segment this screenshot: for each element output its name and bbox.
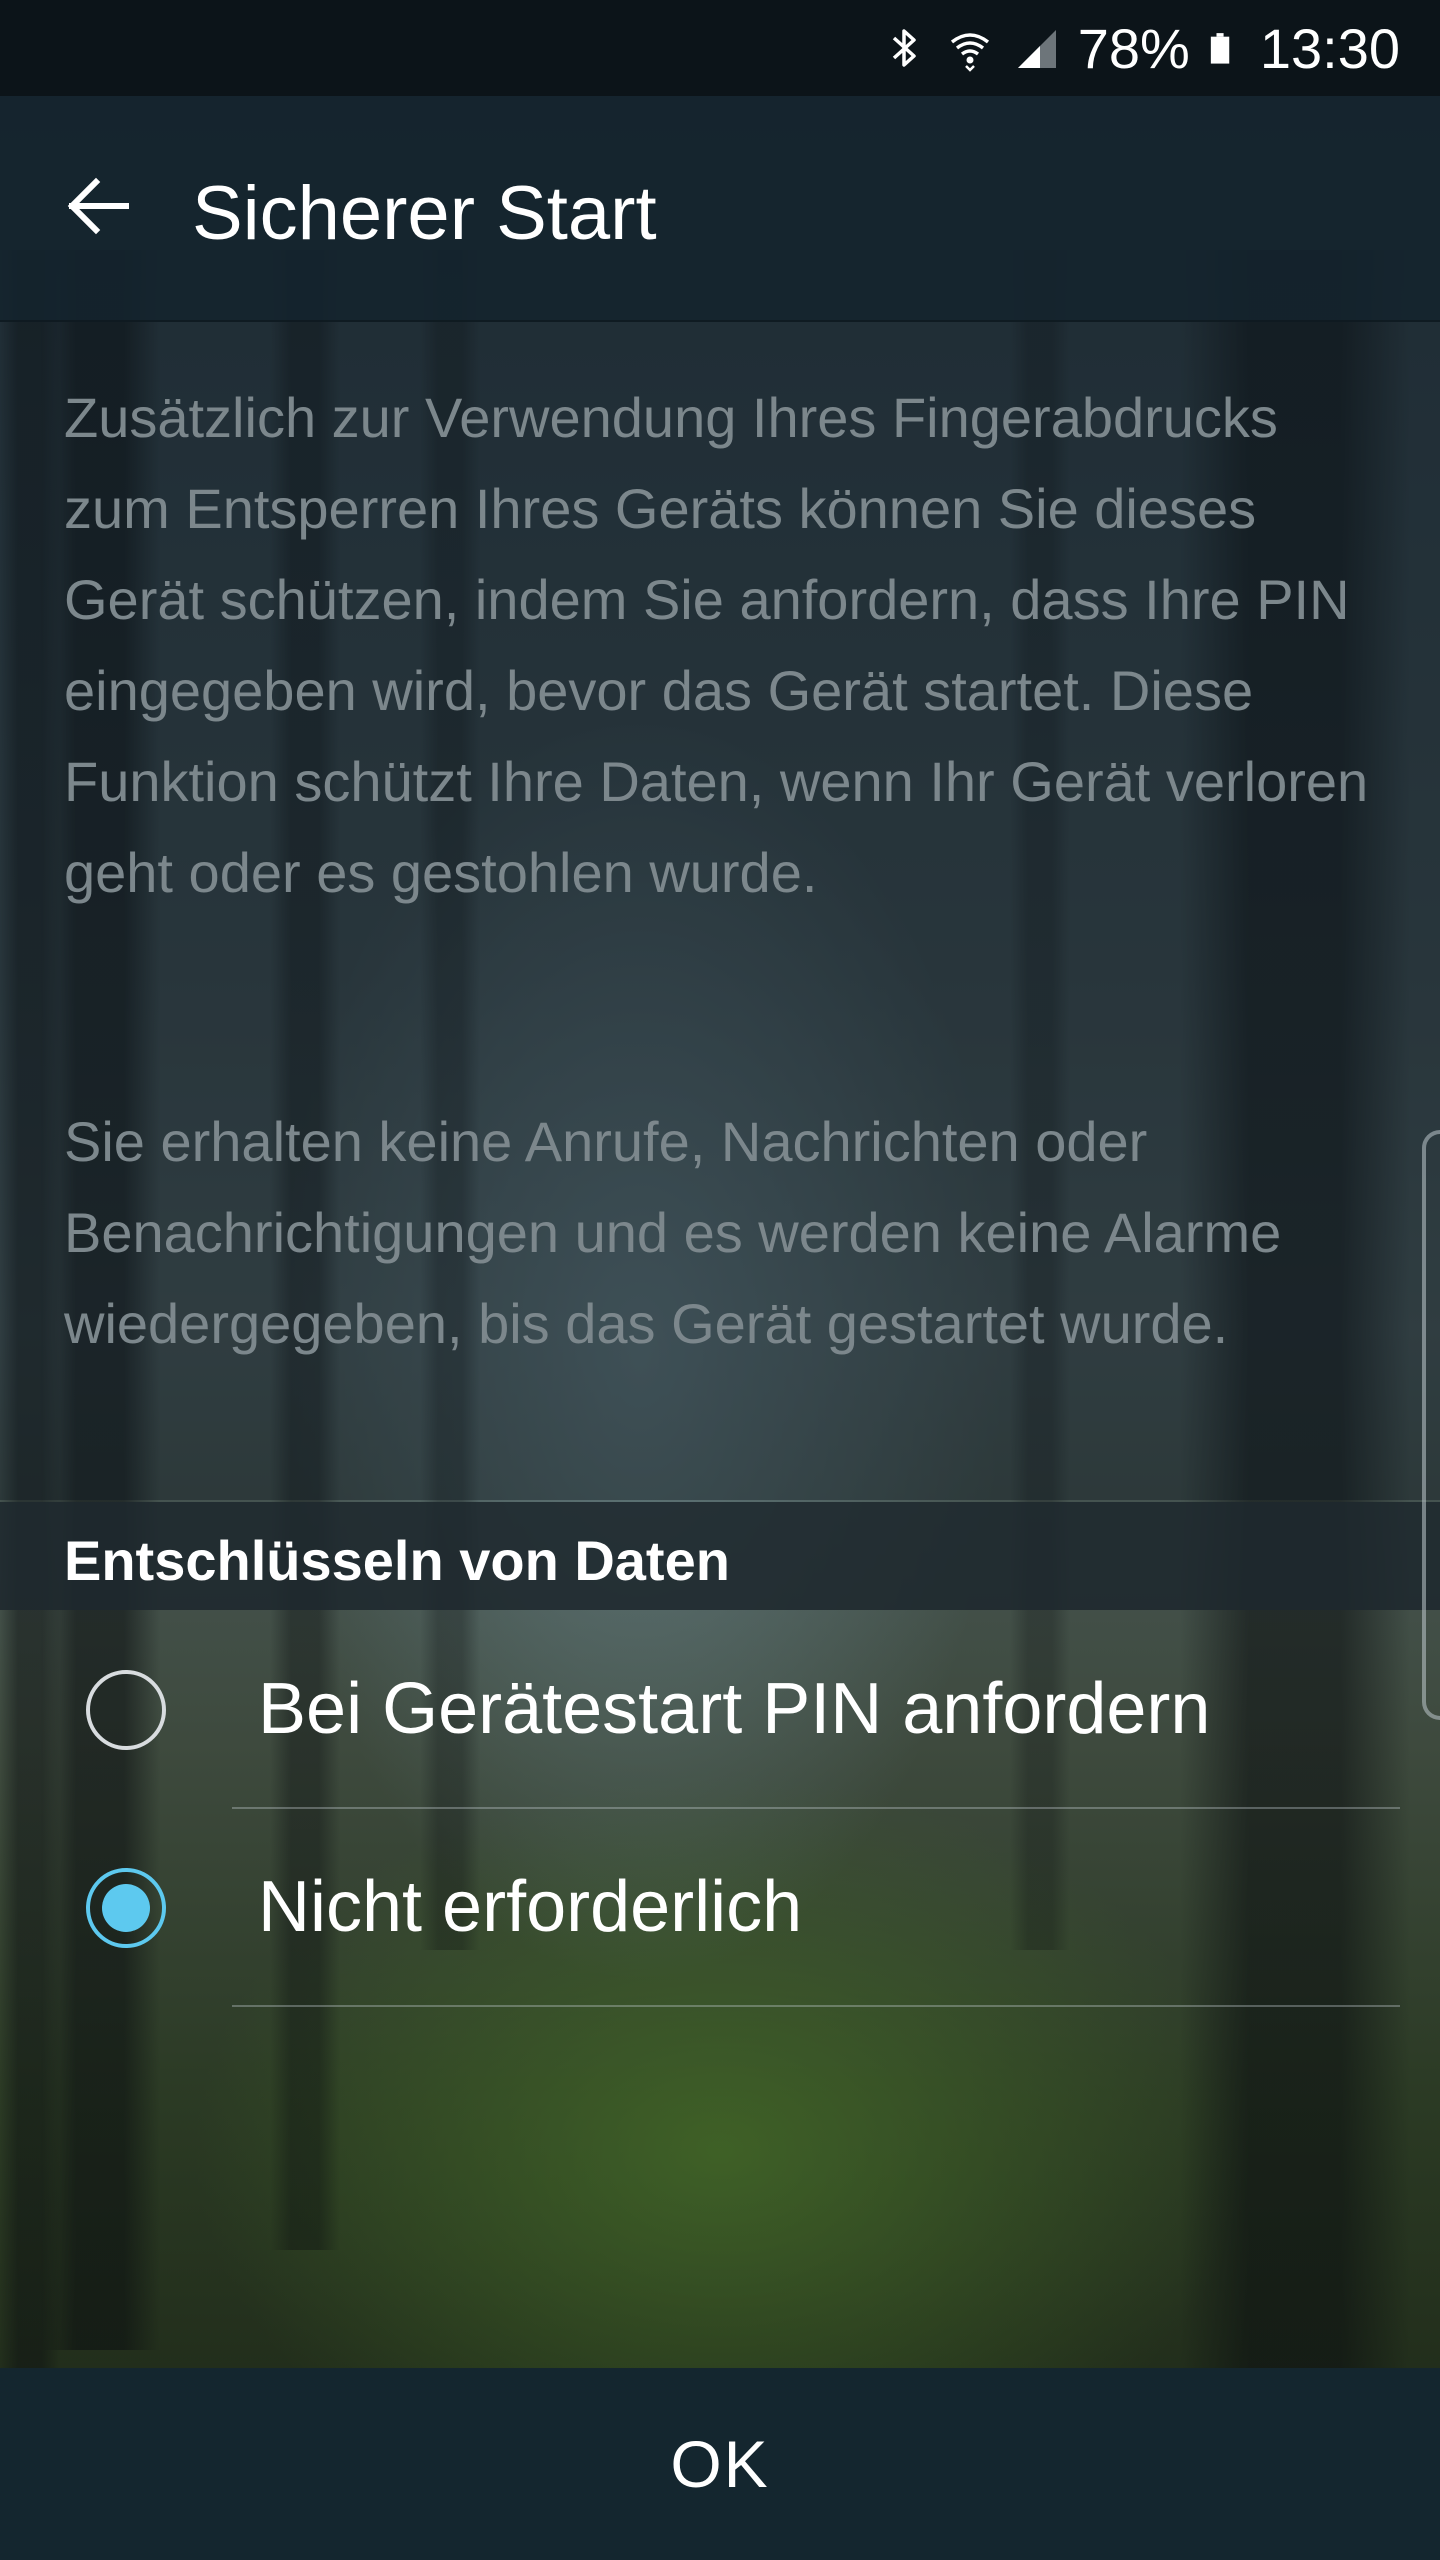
bluetooth-icon bbox=[892, 29, 916, 67]
battery-percent: 78% bbox=[1077, 16, 1190, 80]
screen: 78% 13:30 Sicherer Start Zusätzlich zur … bbox=[0, 0, 1440, 2560]
app-bar: Sicherer Start bbox=[0, 96, 1440, 322]
radio-button[interactable] bbox=[86, 1670, 166, 1750]
page-title: Sicherer Start bbox=[192, 171, 657, 256]
status-bar: 78% 13:30 bbox=[0, 0, 1440, 96]
divider bbox=[232, 1807, 1400, 1809]
divider bbox=[232, 2005, 1400, 2007]
battery-icon bbox=[1210, 33, 1230, 64]
ok-button[interactable]: OK bbox=[0, 2368, 1440, 2560]
option-not-required[interactable]: Nicht erforderlich bbox=[0, 1810, 1440, 2006]
bottom-bar: OK bbox=[0, 2368, 1440, 2560]
section-header: Entschlüsseln von Daten bbox=[0, 1502, 1440, 1610]
back-button[interactable] bbox=[48, 156, 148, 256]
option-label: Bei Gerätestart PIN anfordern bbox=[258, 1669, 1211, 1749]
signal-icon bbox=[1017, 30, 1056, 68]
arrow-left-icon bbox=[67, 177, 129, 235]
clock: 13:30 bbox=[1259, 16, 1400, 80]
status-icons: 78% 13:30 bbox=[880, 0, 1400, 96]
description-paragraph: Sie erhalten keine Anrufe, Nachrichten o… bbox=[64, 1110, 1282, 1355]
radio-button-selected[interactable] bbox=[86, 1868, 166, 1948]
edge-panel-handle[interactable] bbox=[1422, 1130, 1440, 1720]
section-title: Entschlüsseln von Daten bbox=[64, 1529, 730, 1592]
description-paragraph: Zusätzlich zur Verwendung Ihres Fingerab… bbox=[64, 386, 1369, 904]
option-label: Nicht erforderlich bbox=[258, 1867, 803, 1947]
option-require-pin[interactable]: Bei Gerätestart PIN anfordern bbox=[0, 1612, 1440, 1808]
wifi-icon bbox=[950, 33, 989, 72]
